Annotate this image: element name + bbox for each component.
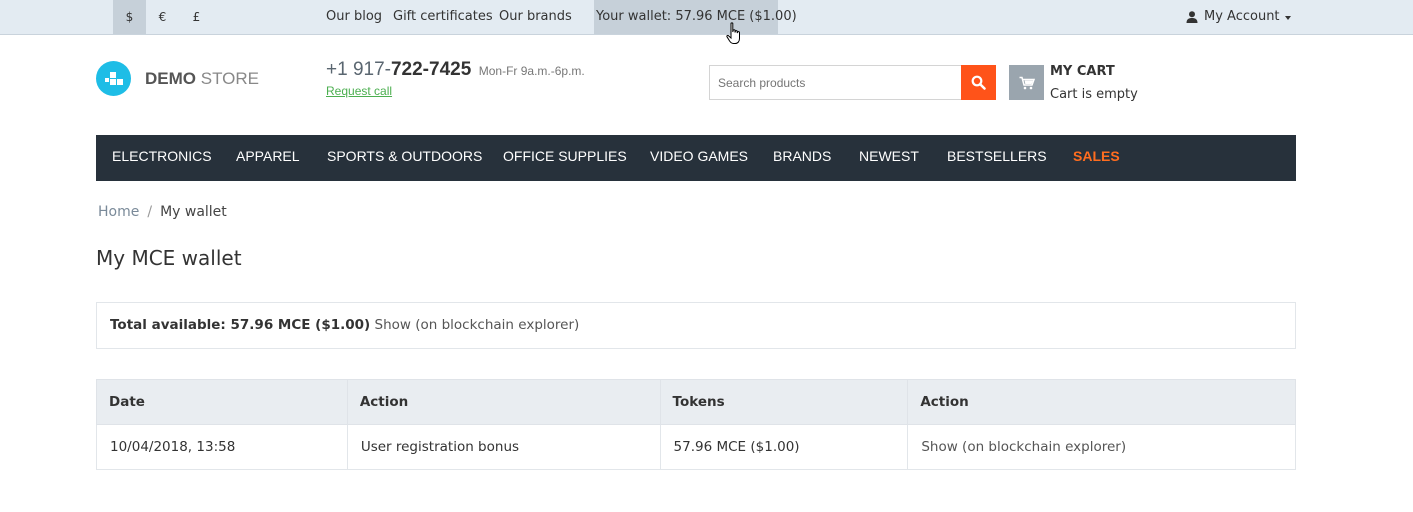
cart-title[interactable]: MY CART <box>1050 64 1115 79</box>
currency-eur[interactable]: € <box>146 0 179 34</box>
table-header-row: Date Action Tokens Action <box>96 379 1296 425</box>
hand-cursor-icon <box>726 22 740 44</box>
main-navigation: ELECTRONICS APPAREL SPORTS & OUTDOORS OF… <box>96 135 1296 181</box>
phone-number: +1 917-722-7425 Mon-Fr 9a.m.-6p.m. <box>326 59 585 80</box>
currency-gbp[interactable]: £ <box>180 0 213 34</box>
nav-brands[interactable]: BRANDS <box>773 135 831 181</box>
total-available-panel: Total available: 57.96 MCE ($1.00) Show … <box>96 302 1296 349</box>
user-icon <box>1186 11 1198 23</box>
my-account-label: My Account <box>1204 9 1280 24</box>
page-title: My MCE wallet <box>96 246 242 270</box>
logo-text: DEMO STORE <box>145 68 259 88</box>
cart-status: Cart is empty <box>1050 87 1138 102</box>
cart-icon <box>1019 76 1035 89</box>
search-input[interactable] <box>709 65 962 100</box>
search-icon <box>971 75 986 90</box>
cell-explorer-link[interactable]: Show (on blockchain explorer) <box>907 424 1296 470</box>
header-action: Action <box>346 379 661 425</box>
currency-usd[interactable]: $ <box>113 0 146 34</box>
total-explorer-link[interactable]: Show (on blockchain explorer) <box>375 317 580 333</box>
business-hours: Mon-Fr 9a.m.-6p.m. <box>478 64 585 78</box>
my-account-menu[interactable]: My Account <box>1186 0 1291 34</box>
cart-button[interactable] <box>1009 65 1044 100</box>
header-tokens: Tokens <box>659 379 909 425</box>
nav-newest[interactable]: NEWEST <box>859 135 919 181</box>
breadcrumb-separator: / <box>147 204 153 220</box>
header-date: Date <box>96 379 348 425</box>
wallet-history-table: Date Action Tokens Action 10/04/2018, 13… <box>96 379 1296 470</box>
nav-bestsellers[interactable]: BESTSELLERS <box>947 135 1047 181</box>
nav-video-games[interactable]: VIDEO GAMES <box>650 135 748 181</box>
cell-tokens: 57.96 MCE ($1.00) <box>659 424 909 470</box>
breadcrumb-home[interactable]: Home <box>98 204 139 220</box>
nav-apparel[interactable]: APPAREL <box>236 135 300 181</box>
cell-action: User registration bonus <box>346 424 661 470</box>
nav-office-supplies[interactable]: OFFICE SUPPLIES <box>503 135 627 181</box>
caret-down-icon <box>1284 15 1291 20</box>
table-row: 10/04/2018, 13:58 User registration bonu… <box>96 424 1296 470</box>
gift-certificates-link[interactable]: Gift certificates <box>393 0 493 34</box>
cell-date: 10/04/2018, 13:58 <box>96 424 348 470</box>
brands-link[interactable]: Our brands <box>499 0 572 34</box>
breadcrumb-current: My wallet <box>160 204 227 220</box>
nav-sports-outdoors[interactable]: SPORTS & OUTDOORS <box>327 135 482 181</box>
breadcrumb: Home / My wallet <box>98 204 227 220</box>
top-bar: $ € £ Our blog Gift certificates Our bra… <box>0 0 1413 35</box>
nav-electronics[interactable]: ELECTRONICS <box>112 135 212 181</box>
nav-sales[interactable]: SALES <box>1073 135 1120 181</box>
logo-icon <box>96 61 131 96</box>
header-explorer-action: Action <box>907 379 1296 425</box>
wallet-balance-link[interactable]: Your wallet: 57.96 MCE ($1.00) <box>594 0 797 34</box>
request-call-link[interactable]: Request call <box>326 84 392 98</box>
blog-link[interactable]: Our blog <box>326 0 382 34</box>
search-button[interactable] <box>961 65 996 100</box>
store-logo[interactable]: DEMO STORE <box>96 61 259 96</box>
total-available-label: Total available: 57.96 MCE ($1.00) <box>110 317 371 333</box>
